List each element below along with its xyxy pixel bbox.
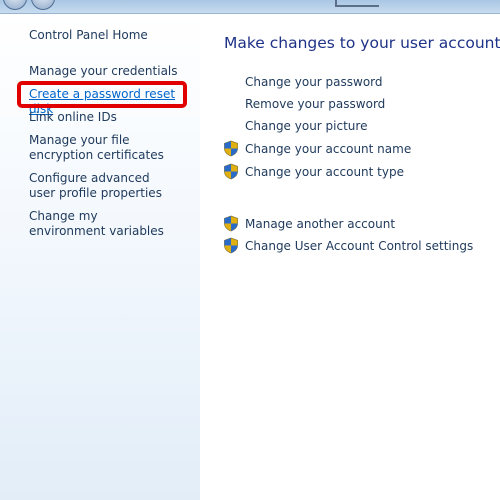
task-change-password[interactable]: Change your password: [222, 74, 383, 90]
sidebar-link-environment-variables[interactable]: Change my environment variables: [29, 209, 171, 239]
uac-shield-icon: [224, 163, 238, 180]
task-remove-password[interactable]: Remove your password: [222, 96, 385, 112]
task-label: Change your account type: [245, 165, 404, 179]
task-label: Remove your password: [245, 97, 386, 111]
page-title: Make changes to your user account: [224, 34, 500, 52]
forward-button[interactable]: [31, 0, 55, 10]
task-change-uac-settings[interactable]: Change User Account Control settings: [222, 237, 473, 254]
sidebar-link-manage-credentials[interactable]: Manage your credentials: [29, 64, 189, 79]
sidebar-link-advanced-user-profile[interactable]: Configure advanced user profile properti…: [29, 171, 171, 201]
window-titlebar: [0, 0, 500, 14]
sidebar-link-link-online-ids[interactable]: Link online IDs: [29, 110, 189, 125]
task-change-picture[interactable]: Change your picture: [222, 118, 367, 134]
uac-shield-icon: [224, 140, 238, 157]
back-button[interactable]: [3, 0, 27, 10]
uac-shield-icon: [224, 237, 238, 254]
task-label: Manage another account: [245, 217, 396, 231]
task-change-account-name[interactable]: Change your account name: [222, 140, 411, 157]
task-manage-another-account[interactable]: Manage another account: [222, 215, 395, 232]
task-label: Change your account name: [245, 142, 412, 156]
sidebar-link-file-encryption-certificates[interactable]: Manage your file encryption certificates: [29, 133, 189, 163]
highlight-box: [17, 81, 187, 108]
task-label: Change User Account Control settings: [245, 239, 474, 253]
task-label: Change your password: [245, 75, 383, 89]
sidebar-link-control-panel-home[interactable]: Control Panel Home: [29, 28, 189, 43]
task-change-account-type[interactable]: Change your account type: [222, 163, 404, 180]
address-bar-edge: [335, 0, 379, 7]
task-label: Change your picture: [245, 119, 368, 133]
uac-shield-icon: [224, 215, 238, 232]
